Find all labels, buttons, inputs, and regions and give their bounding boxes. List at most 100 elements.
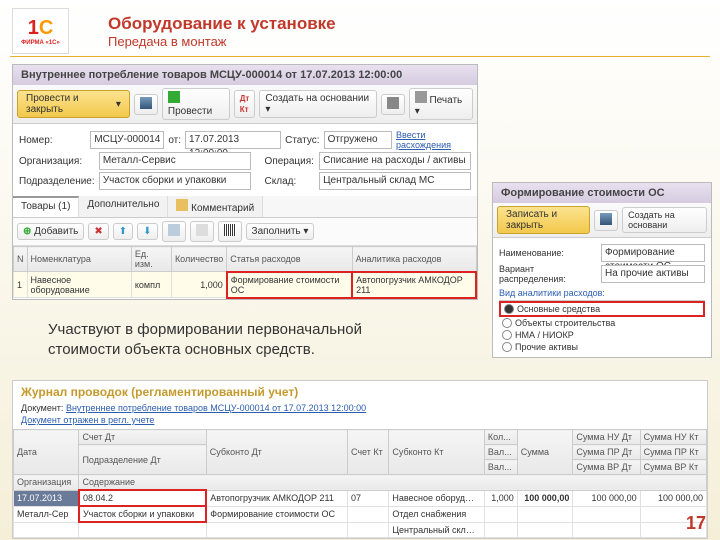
- up-icon: ⬆: [119, 226, 127, 237]
- col-content[interactable]: Содержание: [79, 475, 707, 491]
- internal-consumption-window: Внутреннее потребление товаров МСЦУ-0000…: [12, 64, 478, 300]
- status-label: Статус:: [285, 135, 320, 146]
- dep-label: Подразделение:: [19, 176, 95, 187]
- dep-input[interactable]: Участок сборки и упаковки: [99, 172, 251, 190]
- tab-extra[interactable]: Дополнительно: [79, 196, 168, 217]
- cost-formation-window: Формирование стоимости ОС Записать и зак…: [492, 182, 712, 358]
- tab-items[interactable]: Товары (1): [13, 196, 79, 217]
- dtkt-button[interactable]: ДтКт: [234, 90, 256, 118]
- col-spd[interactable]: Сумма ПР Дт: [573, 445, 640, 460]
- doc-label: Документ:: [21, 403, 63, 413]
- wh-label: Склад:: [265, 176, 316, 187]
- col-anal[interactable]: Аналитика расходов: [352, 247, 476, 272]
- radio-fixed-assets[interactable]: Основные средства: [499, 301, 705, 317]
- col-ed[interactable]: Ед. изм.: [131, 247, 171, 272]
- grid-toolbar: ⊕ Добавить ✖ ⬆ ⬇ Заполнить ▾: [13, 218, 477, 246]
- expense-item-cell: Формирование стоимости ОС: [227, 272, 352, 298]
- items-grid[interactable]: N Номенклатура Ед. изм. Количество Стать…: [13, 246, 477, 299]
- col-qty[interactable]: Кол...: [484, 430, 517, 445]
- postings-journal-window: Журнал проводок (регламентированный учет…: [12, 380, 708, 539]
- col-dt[interactable]: Счет Дт: [79, 430, 206, 445]
- from-label: от:: [168, 135, 181, 146]
- delete-button[interactable]: ✖: [88, 223, 108, 240]
- divider: [10, 56, 710, 57]
- copy-button[interactable]: [162, 221, 186, 242]
- fill-button[interactable]: Заполнить ▾: [246, 223, 315, 240]
- posting-row[interactable]: Центральный скл…: [14, 522, 707, 537]
- printer-icon: [415, 91, 427, 103]
- col-n[interactable]: N: [14, 247, 28, 272]
- tab-comment[interactable]: Комментарий: [168, 196, 263, 217]
- col-item[interactable]: Статья расходов: [227, 247, 352, 272]
- create-based-button[interactable]: Создать на основани: [622, 207, 707, 233]
- barcode-button[interactable]: [218, 221, 242, 242]
- col-subkt[interactable]: Субконто Кт: [389, 430, 485, 475]
- copy-icon: [168, 224, 180, 236]
- var-label: Вариант распределения:: [499, 264, 597, 284]
- down-icon: ⬇: [143, 226, 151, 237]
- org-input[interactable]: Металл-Сервис: [99, 152, 251, 170]
- x-icon: ✖: [94, 226, 102, 237]
- col-org[interactable]: Организация: [14, 475, 79, 491]
- post-icon: [168, 91, 180, 103]
- status-input[interactable]: Отгружено: [324, 131, 392, 149]
- var-input[interactable]: На прочие активы: [601, 265, 705, 283]
- plus-icon: ⊕: [23, 226, 31, 237]
- save-button[interactable]: [594, 210, 618, 231]
- doc-icon: [196, 224, 208, 236]
- down-button[interactable]: ⬇: [137, 223, 157, 240]
- op-label: Операция:: [265, 156, 316, 167]
- tabs: Товары (1) Дополнительно Комментарий: [13, 196, 477, 218]
- posting-row[interactable]: 17.07.2013 08.04.2 Автопогрузчик АМКОДОР…: [14, 490, 707, 506]
- post-button[interactable]: Провести: [162, 88, 230, 120]
- date-input[interactable]: 17.07.2013 12:00:00: [185, 131, 281, 149]
- window-title: Формирование стоимости ОС: [493, 183, 711, 203]
- col-sum[interactable]: Сумма: [517, 430, 573, 475]
- window-title: Внутреннее потребление товаров МСЦУ-0000…: [13, 65, 477, 85]
- comment-icon: [176, 199, 188, 211]
- col-date[interactable]: Дата: [14, 430, 79, 475]
- logo: 1CФИРМА «1С»: [12, 8, 69, 54]
- col-spk[interactable]: Сумма ПР Кт: [640, 445, 706, 460]
- slide-title: Оборудование к установке Передача в монт…: [108, 14, 336, 49]
- col-kt[interactable]: Счет Кт: [347, 430, 388, 475]
- reflected-link[interactable]: Документ отражен в регл. учете: [13, 415, 707, 429]
- postings-grid[interactable]: Дата Счет Дт Субконто Дт Счет Кт Субконт…: [13, 429, 707, 538]
- name-input[interactable]: Формирование стоимости ОС: [601, 244, 705, 262]
- logo-icon: 1C: [28, 17, 54, 40]
- doc-link[interactable]: Внутреннее потребление товаров МСЦУ-0000…: [66, 403, 366, 413]
- logo-text: ФИРМА «1С»: [21, 40, 60, 46]
- op-input[interactable]: Списание на расходы / активы: [319, 152, 471, 170]
- col-snk[interactable]: Сумма НУ Кт: [640, 430, 706, 445]
- radio-construction[interactable]: Объекты строительства: [499, 317, 705, 329]
- col-subdt[interactable]: Субконто Дт: [206, 430, 347, 475]
- radio-nma[interactable]: НМА / НИОКР: [499, 329, 705, 341]
- attach-button[interactable]: [381, 94, 405, 115]
- save-button[interactable]: [134, 94, 158, 115]
- post-close-button[interactable]: Провести и закрыть ▾: [17, 90, 130, 118]
- wh-input[interactable]: Центральный склад МС: [319, 172, 471, 190]
- save-close-button[interactable]: Записать и закрыть: [497, 206, 590, 234]
- create-based-button[interactable]: Создать на основании ▾: [259, 90, 376, 118]
- toolbar: Записать и закрыть Создать на основани: [493, 203, 711, 238]
- add-button[interactable]: ⊕ Добавить: [17, 223, 84, 240]
- up-button[interactable]: ⬆: [113, 223, 133, 240]
- diskette-icon: [600, 213, 612, 225]
- num-input[interactable]: МСЦУ-000014: [90, 131, 164, 149]
- grid-row[interactable]: 1 Навесное оборудование компл 1,000 Форм…: [14, 272, 477, 298]
- col-snd[interactable]: Сумма НУ Дт: [573, 430, 640, 445]
- doc-button[interactable]: [190, 221, 214, 242]
- col-nom[interactable]: Номенклатура: [27, 247, 131, 272]
- col-qty[interactable]: Количество: [171, 247, 226, 272]
- print-button[interactable]: Печать ▾: [409, 88, 473, 120]
- form: Наименование:Формирование стоимости ОС В…: [493, 238, 711, 357]
- dtkt-icon: ДтКт: [240, 94, 250, 114]
- posting-row[interactable]: Металл-Сер Участок сборки и упаковки Фор…: [14, 506, 707, 522]
- col-svk[interactable]: Сумма ВР Кт: [640, 460, 706, 475]
- discrepancy-link[interactable]: Ввести расхождения: [396, 130, 471, 150]
- radio-other[interactable]: Прочие активы: [499, 341, 705, 353]
- num-label: Номер:: [19, 135, 86, 146]
- col-dep[interactable]: Подразделение Дт: [79, 445, 206, 475]
- col-svd[interactable]: Сумма ВР Дт: [573, 460, 640, 475]
- col-val[interactable]: Вал...: [484, 445, 517, 460]
